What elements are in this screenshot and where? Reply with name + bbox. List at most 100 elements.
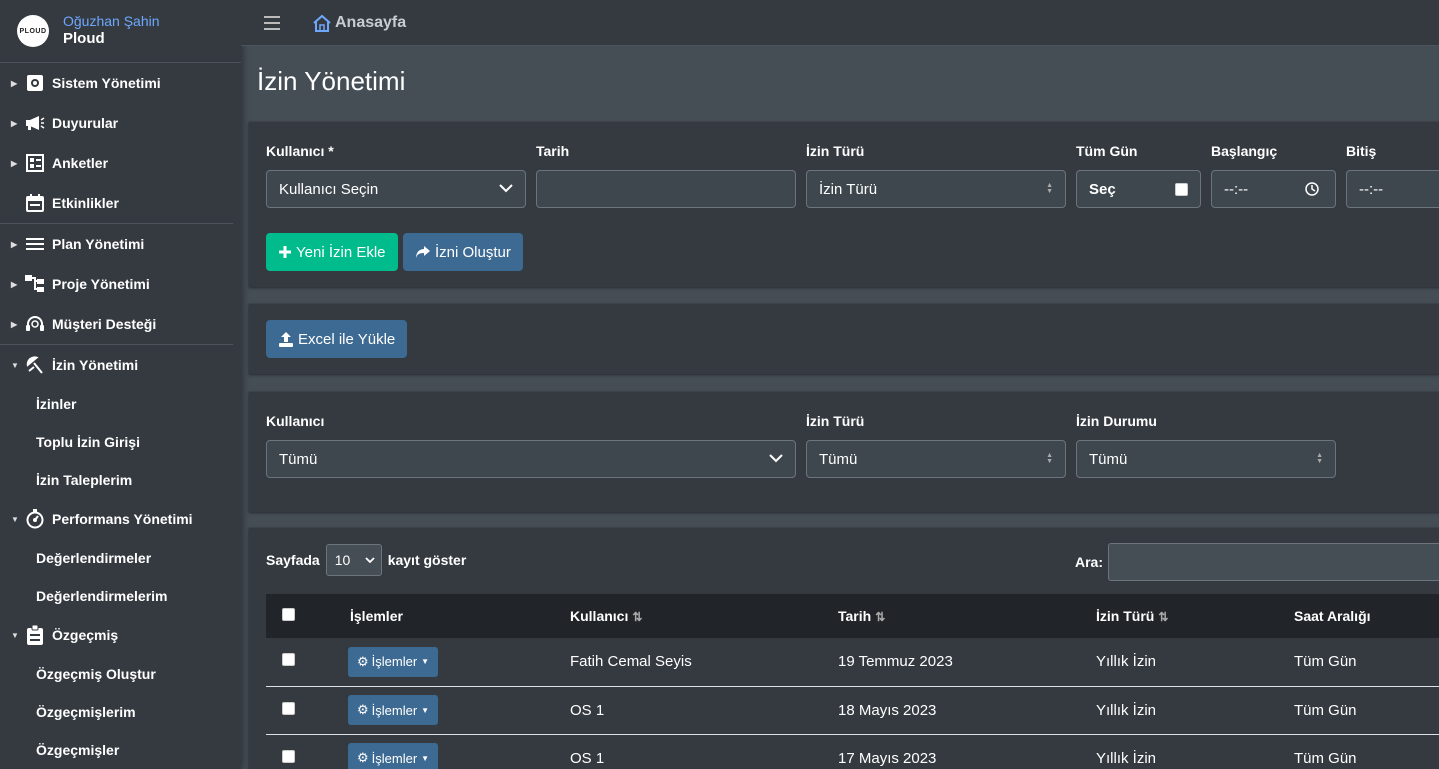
row-checkbox[interactable] [282,749,295,763]
leave-form-card: Kullanıcı * Kullanıcı Seçin Tarih İzin T… [249,122,1439,287]
hamburger-menu-icon[interactable] [264,15,280,30]
sidebar-item-label: Özgeçmiş [52,627,119,643]
cell-type: Yıllık İzin [1096,685,1294,734]
sort-icon: ⇅ [632,610,643,624]
sidebar-item-anketler[interactable]: ▶ Anketler [0,143,241,183]
upload-icon [279,332,293,347]
sidebar-item-label: Etkinlikler [52,195,119,211]
create-leave-label: İzni Oluştur [435,243,511,261]
sidebar-nav: ▶ Sistem Yönetimi ▶ Duyurular ▶ Anketler… [0,63,241,769]
stopwatch-icon [25,509,45,529]
page-length-value: 10 [334,552,351,568]
start-time-value: --:-- [1224,180,1249,198]
allday-toggle[interactable]: Seç [1076,170,1201,208]
user-label: Kullanıcı * [266,143,334,159]
table-header-row: İşlemler Kullanıcı ⇅ Tarih ⇅ İzin Türü ⇅ Sa… [266,594,1439,638]
sidebar-item-ozgecmis[interactable]: ▼ Özgeçmiş [0,615,241,655]
filter-status-select[interactable]: Tümü ▲ ▼ [1076,440,1336,478]
allday-label: Tüm Gün [1076,143,1138,159]
excel-upload-button[interactable]: Excel ile Yükle [266,320,408,358]
select-all-checkbox[interactable] [282,608,295,621]
caret-right-icon: ▶ [11,319,18,329]
table-row: ⚙ İşlemler ▼ OS 1 18 Mayıs 2023 Yıllık İzi… [266,685,1439,734]
filter-user-value: Tümü [279,450,318,468]
col-type[interactable]: İzin Türü ⇅ [1096,594,1294,638]
row-actions-button[interactable]: ⚙ İşlemler ▼ [348,646,439,677]
row-checkbox[interactable] [282,653,295,667]
sidebar-item-performans[interactable]: ▼ Performans Yönetimi [0,499,241,539]
updown-icon: ▲ ▼ [1046,452,1053,465]
sort-icon: ⇅ [1158,610,1169,624]
allday-checkbox[interactable] [1175,183,1188,196]
calendar-icon [25,194,45,212]
cell-user: Fatih Cemal Seyis [570,653,692,671]
sidebar-item-label: Müşteri Desteği [52,316,157,332]
sidebar-item-izin[interactable]: ▼ İzin Yönetimi [0,345,241,385]
sidebar-item-sistem[interactable]: ▶ Sistem Yönetimi [0,63,241,103]
cell-hours: Tüm Gün [1294,733,1439,769]
list-icon [25,235,45,253]
leave-type-select[interactable]: İzin Türü ▲ ▼ [806,170,1066,208]
brand[interactable]: PLOUD Oğuzhan Şahin Ploud [0,0,241,63]
page-length-control: Sayfada 10 kayıt göster [266,544,466,576]
sidebar-item-label: Duyurular [52,115,119,131]
chevron-down-icon [499,184,513,193]
col-user[interactable]: Kullanıcı ⇅ [570,594,838,638]
headset-icon [25,315,45,333]
filter-user-select[interactable]: Tümü [266,440,796,478]
sidebar-subitem-ozgecmis-olustur[interactable]: Özgeçmiş Oluştur [0,655,241,693]
poll-icon [25,154,45,172]
caret-down-icon: ▼ [421,705,430,715]
end-time-input[interactable]: --:-- [1346,170,1439,208]
user-name[interactable]: Oğuzhan Şahin [63,13,160,31]
date-input[interactable] [536,170,796,208]
sidebar-subitem-toplu-izin[interactable]: Toplu İzin Girişi [0,423,241,461]
sidebar-subitem-degerlendirmelerim[interactable]: Değerlendirmelerim [0,577,241,615]
sidebar-subitem-degerlendirmeler[interactable]: Değerlendirmeler [0,539,241,577]
filter-type-label: İzin Türü [806,413,865,429]
row-checkbox[interactable] [282,701,295,715]
brand-logo: PLOUD [17,15,49,47]
row-actions-button[interactable]: ⚙ İşlemler ▼ [348,743,439,769]
caret-right-icon: ▶ [11,78,18,88]
sidebar-item-etkinlikler[interactable]: ▶ Etkinlikler [0,183,241,223]
user-select[interactable]: Kullanıcı Seçin [266,170,526,208]
sidebar-subitem-izin-taleplerim[interactable]: İzin Taleplerim [0,461,241,499]
caret-right-icon: ▶ [11,118,18,128]
add-leave-button[interactable]: Yeni İzin Ekle [266,233,398,271]
main-content: İzin Yönetimi Kullanıcı * Kullanıcı Seçi… [241,46,1439,769]
search-label: Ara: [1075,554,1104,570]
sidebar-item-duyurular[interactable]: ▶ Duyurular [0,103,241,143]
updown-icon: ▲ ▼ [1046,182,1053,195]
end-time-value: --:-- [1359,180,1384,198]
clock-icon[interactable] [1305,182,1319,196]
col-actions: İşlemler [350,608,403,624]
col-date[interactable]: Tarih ⇅ [838,594,1096,638]
top-navbar: Anasayfa [241,0,1439,46]
cell-type: Yıllık İzin [1096,653,1157,671]
clipboard-icon [25,625,45,645]
filter-type-select[interactable]: Tümü ▲ ▼ [806,440,1066,478]
sidebar-item-proje[interactable]: ▶ Proje Yönetimi [0,264,241,304]
page-title: İzin Yönetimi [257,66,406,96]
sidebar-item-plan[interactable]: ▶ Plan Yönetimi [0,224,241,264]
start-time-input[interactable]: --:-- [1211,170,1336,208]
cell-type: Yıllık İzin [1096,733,1294,769]
create-leave-button[interactable]: İzni Oluştur [403,233,523,271]
sidebar-subitem-ozgecmisler[interactable]: Özgeçmişler [0,731,241,769]
row-actions-button[interactable]: ⚙ İşlemler ▼ [348,695,439,725]
sidebar-item-label: Plan Yönetimi [52,236,145,252]
caret-right-icon: ▶ [11,239,18,249]
chevron-down-icon [769,454,783,463]
filter-status-label: İzin Durumu [1076,413,1157,429]
cell-date: 19 Temmuz 2023 [838,653,953,671]
sidebar-subitem-ozgecmislerim[interactable]: Özgeçmişlerim [0,693,241,731]
sidebar-subitem-izinler[interactable]: İzinler [0,385,241,423]
home-link[interactable]: Anasayfa [312,14,406,32]
page-length-select[interactable]: 10 [325,544,382,576]
caret-down-icon: ▼ [421,657,430,667]
filter-type-value: Tümü [819,450,858,468]
cell-user: OS 1 [570,733,838,769]
sidebar-item-musteri[interactable]: ▶ Müşteri Desteği [0,304,241,344]
search-input[interactable] [1108,543,1439,581]
